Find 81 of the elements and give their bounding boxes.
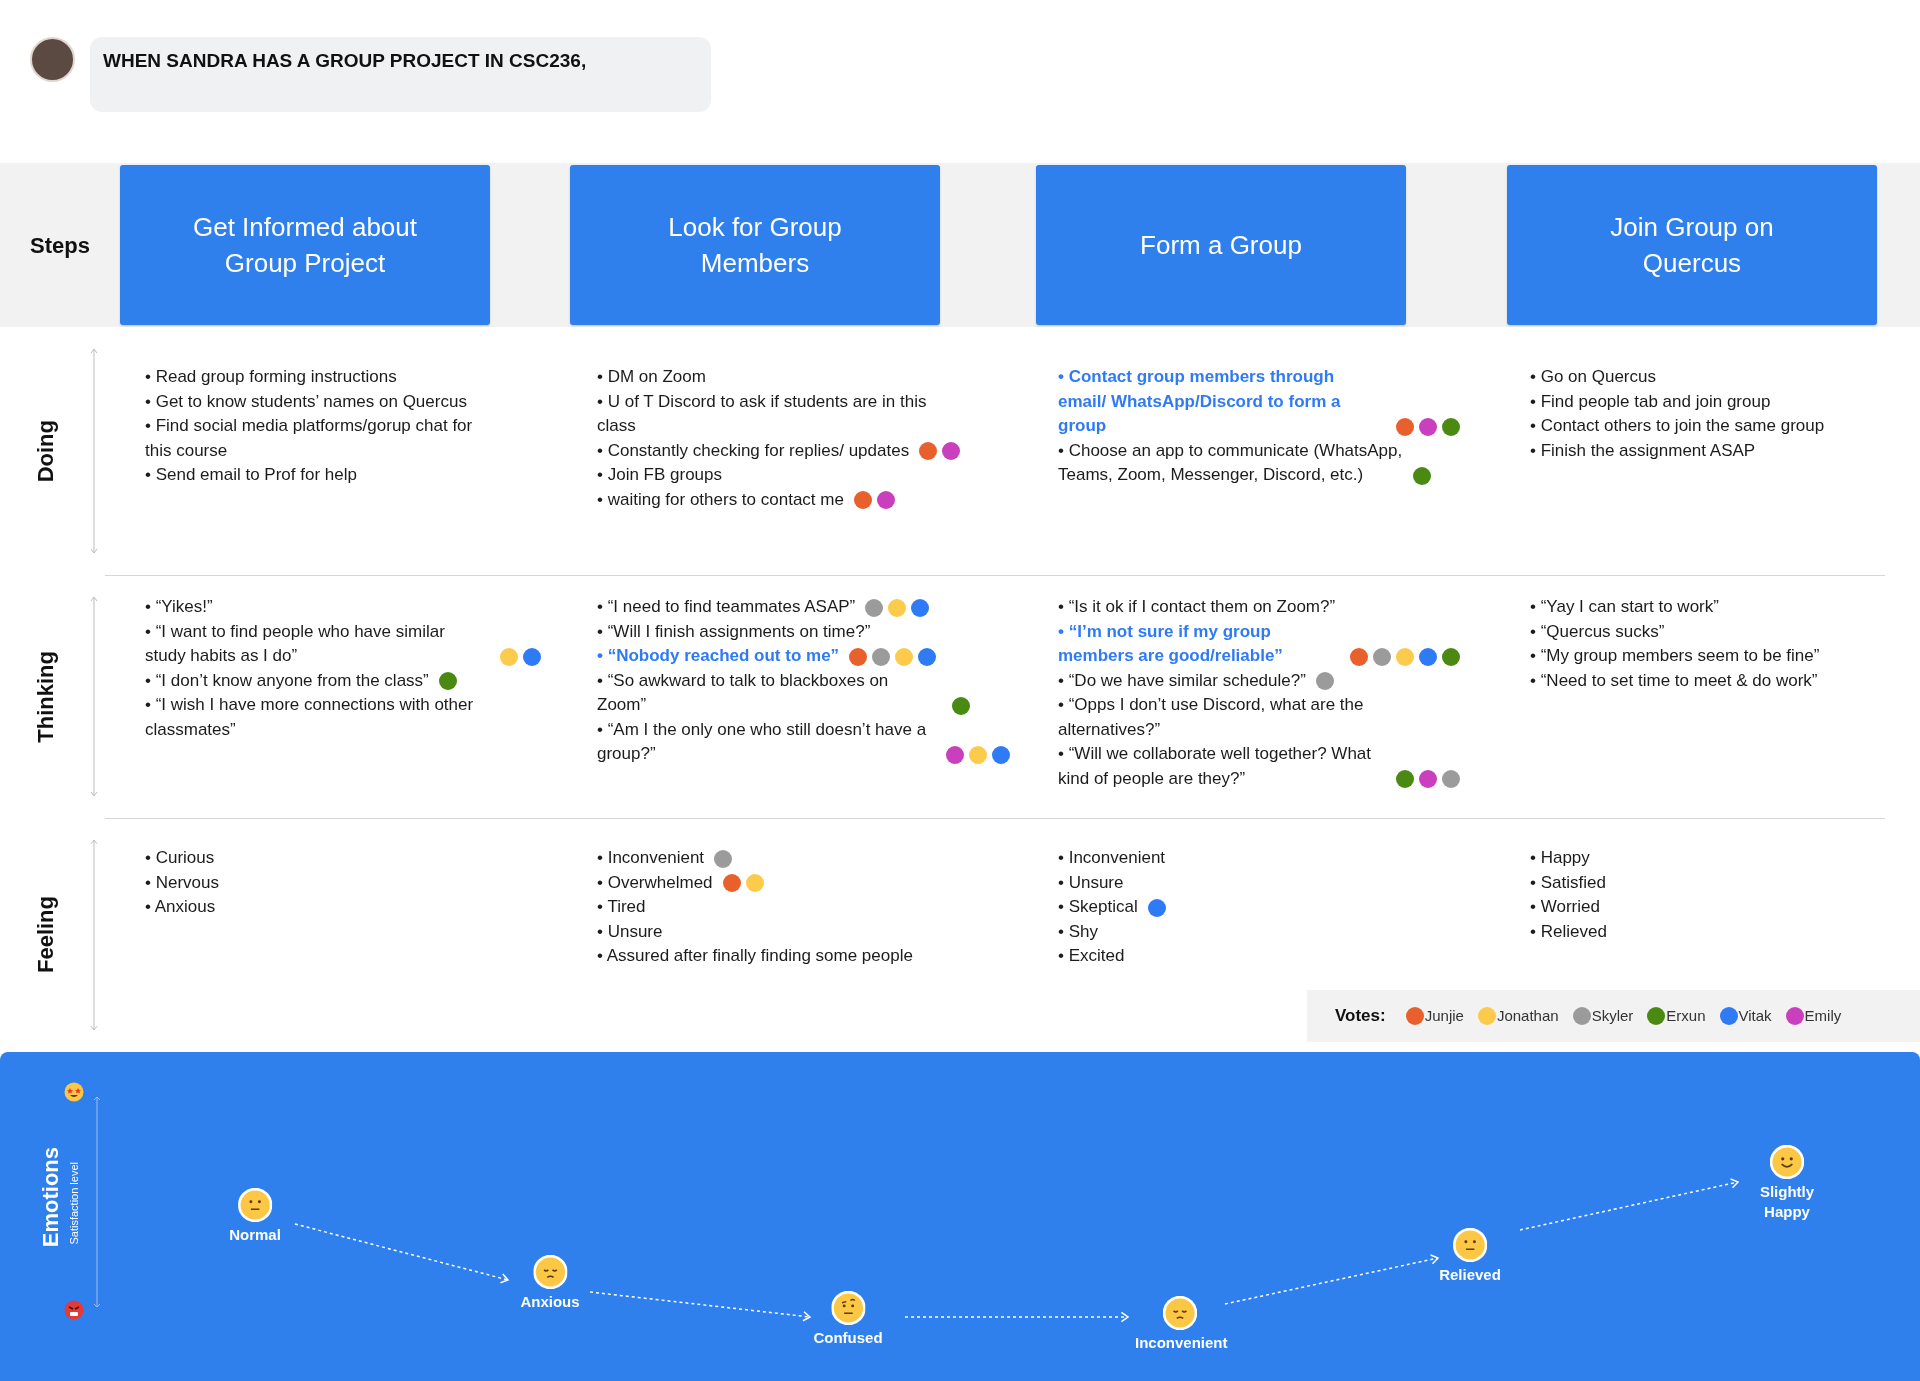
bullet-text: • “Will we collaborate well together? What kind of people are they?”: [1058, 743, 1373, 790]
bullet-text: • Find social media platforms/gorup chat for this course: [145, 415, 474, 462]
bullet-text: • Inconvenient: [1058, 847, 1166, 869]
row-label: Thinking: [31, 650, 59, 743]
bullet-text: • “Is it ok if I contact them on Zoom?”: [1058, 596, 1336, 618]
bullet-text: • Unsure: [1058, 871, 1124, 894]
bullet-text: • DM on Zoom: [597, 366, 706, 388]
bullet-text: • “Nobody reached out to me”: [597, 645, 840, 667]
bullet-text: • Satisfied: [1530, 871, 1606, 894]
skeptical-face-icon: [831, 1291, 865, 1325]
bullet-text: • Worried: [1530, 896, 1600, 918]
sad-face-icon: [533, 1255, 567, 1289]
bullet-text: • “I need to find teammates ASAP”: [597, 596, 856, 618]
bullet-text: • Go on Quercus: [1530, 366, 1656, 388]
smiling-face-icon: [1770, 1145, 1804, 1179]
row-label: Doing: [31, 419, 59, 483]
bullet-text: • U of T Discord to ask if students are in this class: [597, 390, 928, 437]
bullet-text: • “Am I the only one who still doesn’t have a group?”: [597, 718, 928, 765]
bullet-text: • Shy: [1058, 920, 1098, 943]
bullet-text: • Join FB groups: [597, 464, 723, 486]
bullet-text: • Anxious: [145, 896, 216, 918]
bullet-text: • Skeptical: [1058, 896, 1138, 918]
bullet-text: • Curious: [145, 847, 215, 869]
legend-name: Junjie: [1424, 1005, 1464, 1026]
bullet-text: • Read group forming instructions: [145, 366, 397, 388]
emotion-label: Anxious: [520, 1292, 580, 1312]
emotion-label: Normal: [229, 1225, 281, 1245]
legend-name: Vitak: [1738, 1005, 1772, 1026]
bullet-text: • Excited: [1058, 945, 1125, 967]
step-card: Look for Group Members: [570, 165, 940, 325]
bullet-text: • “My group members seem to be fine”: [1530, 645, 1820, 667]
step-card: Get Informed about Group Project: [120, 165, 490, 325]
emotion-label: Relieved: [1439, 1265, 1501, 1285]
bullet-text: • Relieved: [1530, 920, 1607, 943]
neutral-face-icon: [1453, 1228, 1487, 1262]
bullet-text: • Nervous: [145, 871, 219, 894]
bullet-text: • “I want to find people who have similar study habits as I do”: [145, 620, 446, 667]
emotions-title: Emotions: [37, 1147, 64, 1248]
bullet-text: • “Yay I can start to work”: [1530, 596, 1719, 618]
axis-label: Satisfaction level: [67, 1162, 81, 1245]
bullet-text: • Choose an app to communicate (WhatsApp, Teams, Zoom, Messenger, Discord, etc.): [1058, 439, 1403, 486]
bullet-text: • Overwhelmed: [597, 871, 713, 894]
bullet-text: • Contact group members through email/ WhatsApp/Discord to form a group: [1058, 366, 1342, 437]
bullet-text: • Tired: [597, 896, 646, 918]
bullet-text: • “I don’t know anyone from the class”: [145, 669, 429, 692]
neutral-face-icon: [238, 1188, 272, 1222]
bullet-text: • “Do we have similar schedule?”: [1058, 669, 1306, 692]
row-label: Feeling: [31, 896, 59, 974]
speech-bubble: WHEN SANDRA HAS A GROUP PROJECT IN CSC236,: [90, 37, 711, 112]
legend-name: Erxun: [1666, 1005, 1706, 1026]
bullet-text: • “So awkward to talk to blackboxes on Zoom”: [597, 669, 890, 716]
sad-face-icon: [1163, 1296, 1197, 1330]
bullet-text: • “Quercus sucks”: [1530, 620, 1665, 643]
bullet-text: • Inconvenient: [597, 847, 705, 869]
emotion-label: Slightly Happy: [1758, 1182, 1816, 1222]
legend-name: Jonathan: [1496, 1005, 1559, 1026]
legend-name: Emily: [1804, 1005, 1842, 1026]
bullet-text: • Unsure: [597, 920, 663, 943]
bullet-text: • “Need to set time to meet & do work”: [1530, 669, 1818, 692]
bullet-text: • Get to know students’ names on Quercus: [145, 390, 467, 413]
bullet-text: • “Opps I don’t use Discord, what are the alternatives?”: [1058, 694, 1365, 741]
star-eyes-face-icon: [64, 1082, 84, 1102]
bullet-text: • Finish the assignment ASAP: [1530, 439, 1756, 462]
bullet-text: • Constantly checking for replies/ updates: [597, 439, 910, 462]
angry-face-icon: [64, 1300, 84, 1320]
bullet-text: • “I wish I have more connections with other classmates”: [145, 694, 475, 741]
bullet-text: • “Yikes!”: [145, 596, 213, 618]
emotion-label: Confused: [813, 1328, 883, 1348]
bullet-text: • Happy: [1530, 847, 1590, 869]
bullet-text: • Contact others to join the same group: [1530, 415, 1825, 437]
bullet-text: • Send email to Prof for help: [145, 464, 357, 486]
bullet-text: • Find people tab and join group: [1530, 390, 1771, 413]
bullet-text: • waiting for others to contact me: [597, 488, 844, 511]
legend-title: Votes:: [1335, 1005, 1386, 1028]
row-label: Steps: [29, 231, 91, 260]
bullet-text: • Assured after finally finding some people: [597, 945, 913, 967]
bullet-text: • “I’m not sure if my group members are good/reliable”: [1058, 620, 1284, 667]
bullet-text: • “Will I finish assignments on time?”: [597, 620, 871, 643]
step-card: Join Group on Quercus: [1507, 165, 1877, 325]
legend-name: Skyler: [1591, 1005, 1634, 1026]
step-card: Form a Group: [1036, 165, 1406, 325]
